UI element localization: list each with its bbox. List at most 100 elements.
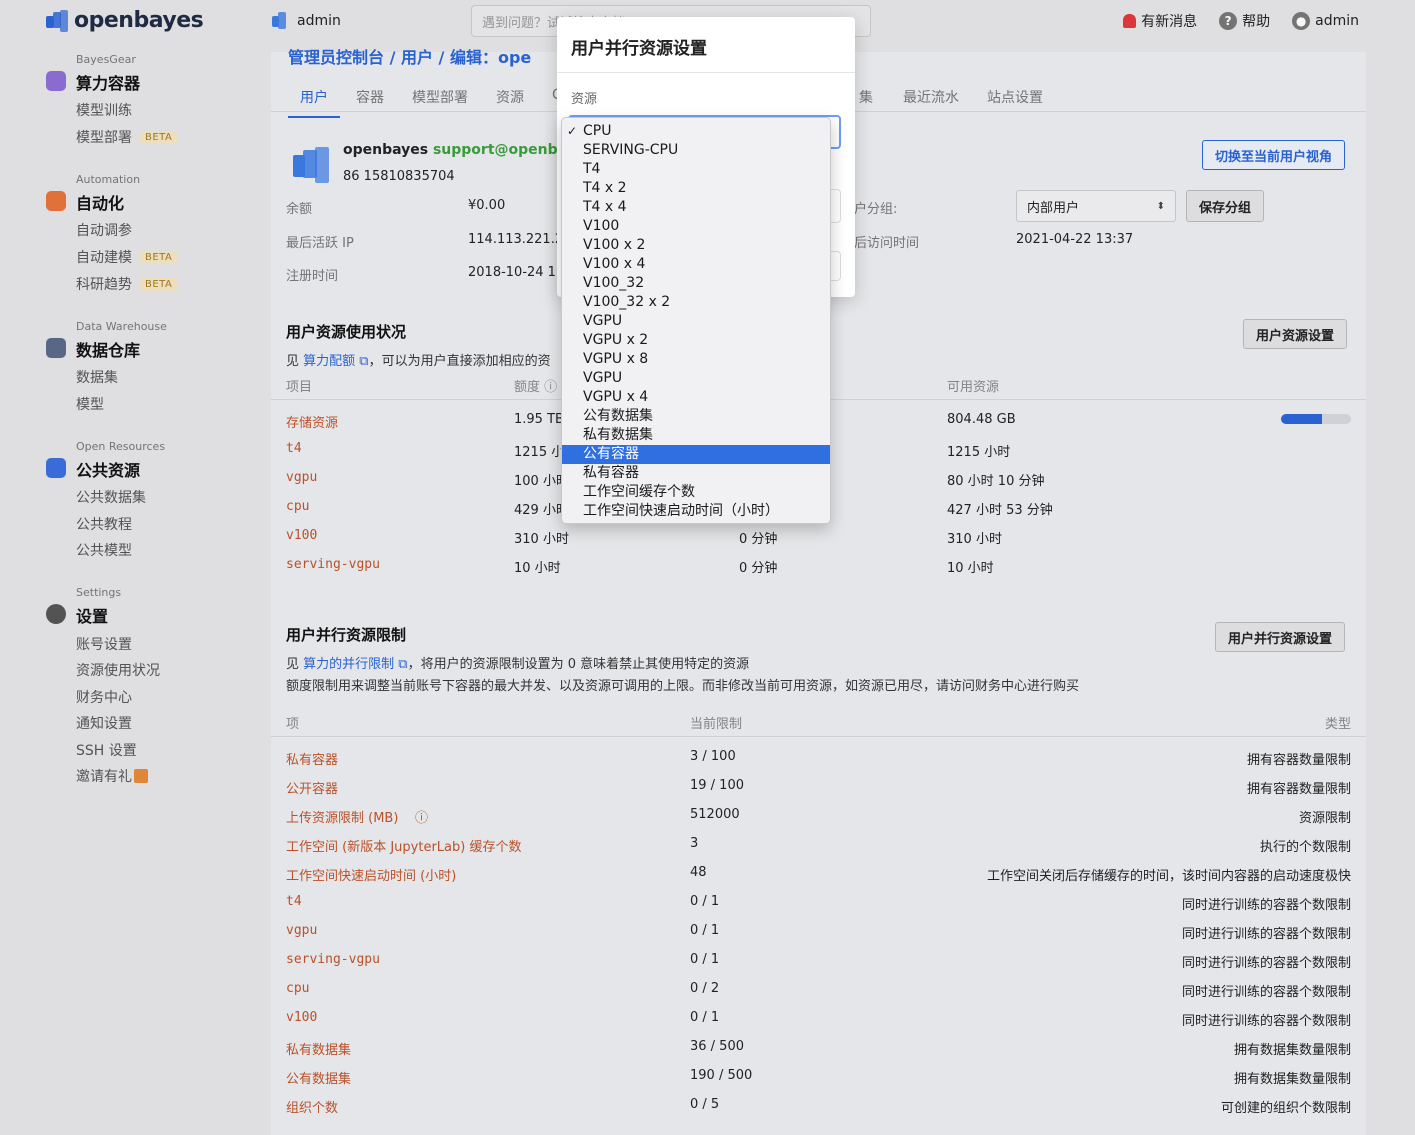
limit-row-name[interactable]: 公有数据集 — [286, 1068, 351, 1087]
dropdown-option[interactable]: V100_32 x 2 — [562, 293, 830, 312]
tab-resources[interactable]: 资源 — [496, 87, 524, 107]
dropdown-option[interactable]: 工作空间缓存个数 — [562, 483, 830, 502]
parallel-doc-link[interactable]: 算力的并行限制 — [303, 657, 394, 672]
limit-row-name[interactable]: vgpu — [286, 923, 317, 938]
limit-row-name[interactable]: t4 — [286, 894, 302, 909]
usage-row-name[interactable]: serving-vgpu — [286, 557, 380, 572]
dropdown-option[interactable]: T4 — [562, 160, 830, 179]
sidebar-item[interactable]: 数据集 — [76, 367, 118, 387]
limit-row-name[interactable]: cpu — [286, 981, 309, 996]
storage-progress-bar — [1281, 414, 1351, 424]
sidebar-item[interactable]: 自动建模 BETA — [76, 247, 178, 267]
dropdown-option[interactable]: 公有数据集 — [562, 407, 830, 426]
brand-logo[interactable]: openbayes — [46, 8, 204, 33]
sidebar-item-label: 公共模型 — [76, 543, 132, 559]
sidebar-item[interactable]: 模型 — [76, 394, 104, 414]
dropdown-option[interactable]: V100 — [562, 217, 830, 236]
limit-row-name[interactable]: v100 — [286, 1010, 317, 1025]
usage-row-name[interactable]: t4 — [286, 441, 302, 456]
user-menu[interactable]: ● admin — [1292, 12, 1359, 30]
sidebar-item[interactable]: 账号设置 — [76, 634, 132, 654]
save-group-button[interactable]: 保存分组 — [1186, 190, 1265, 222]
help-link[interactable]: ? 帮助 — [1219, 11, 1270, 31]
sidebar-section-sub: Data Warehouse — [76, 320, 167, 333]
sidebar-item[interactable]: 财务中心 — [76, 687, 132, 707]
dropdown-option[interactable]: VGPU x 4 — [562, 388, 830, 407]
limit-row-name[interactable]: 私有数据集 — [286, 1039, 351, 1058]
tab-datasets[interactable]: 集 — [859, 87, 873, 107]
usage-row-name[interactable]: vgpu — [286, 470, 317, 485]
sidebar-item[interactable]: 资源使用状况 — [76, 660, 160, 680]
dropdown-option[interactable]: V100_32 — [562, 274, 830, 293]
tab-users[interactable]: 用户 — [288, 87, 340, 118]
limit-row-type: 同时进行训练的容器个数限制 — [1181, 898, 1351, 913]
dropdown-option[interactable]: V100 x 4 — [562, 255, 830, 274]
user-name: openbayes — [343, 142, 429, 158]
limits-header-current: 当前限制 — [690, 717, 743, 732]
limit-row-name[interactable]: 私有容器 — [286, 749, 338, 768]
sidebar-item[interactable]: 邀请有礼 — [76, 766, 148, 786]
limit-row-name[interactable]: 上传资源限制 (MB) — [286, 807, 398, 826]
sidebar-item[interactable]: 通知设置 — [76, 713, 132, 733]
dropdown-option[interactable]: SERVING-CPU — [562, 141, 830, 160]
dropdown-option[interactable]: VGPU — [562, 369, 830, 388]
tab-deployments[interactable]: 模型部署 — [412, 87, 468, 107]
workspace-switcher[interactable]: admin — [272, 12, 341, 29]
sidebar-section-title[interactable]: 设置 — [76, 603, 108, 627]
sidebar-item[interactable]: 自动调参 — [76, 220, 132, 240]
breadcrumb[interactable]: 管理员控制台 / 用户 / 编辑：ope — [288, 44, 531, 68]
tab-transactions[interactable]: 最近流水 — [903, 87, 959, 107]
balance-value: ¥0.00 — [468, 198, 506, 213]
sidebar-section-title[interactable]: 自动化 — [76, 190, 124, 214]
limit-row-name[interactable]: 公开容器 — [286, 778, 338, 797]
dropdown-option[interactable]: 私有容器 — [562, 464, 830, 483]
limit-row-name[interactable]: 工作空间 (新版本 JupyterLab) 缓存个数 — [286, 836, 521, 855]
sidebar-item-label: 公共数据集 — [76, 490, 146, 506]
usage-row-name[interactable]: v100 — [286, 528, 317, 543]
limit-row-name[interactable]: 组织个数 — [286, 1097, 338, 1116]
dropdown-option[interactable]: 私有数据集 — [562, 426, 830, 445]
usage-row-avail: 310 小时 — [947, 532, 1002, 547]
info-icon[interactable]: ⓘ — [415, 807, 428, 826]
sidebar-section-title[interactable]: 算力容器 — [76, 70, 140, 94]
dropdown-option[interactable]: 公有容器 — [562, 445, 830, 464]
sidebar-item[interactable]: 模型训练 — [76, 100, 132, 120]
sidebar-item[interactable]: 模型部署 BETA — [76, 127, 178, 147]
limit-row-name[interactable]: serving-vgpu — [286, 952, 380, 967]
dropdown-option[interactable]: 工作空间快速启动时间（小时） — [562, 502, 830, 521]
tab-containers[interactable]: 容器 — [356, 87, 384, 107]
help-label: 帮助 — [1242, 14, 1271, 30]
sidebar-item[interactable]: 科研趋势 BETA — [76, 274, 178, 294]
dropdown-option[interactable]: VGPU x 2 — [562, 331, 830, 350]
usage-row-name[interactable]: cpu — [286, 499, 309, 514]
dropdown-option-label: T4 — [583, 161, 601, 177]
dropdown-option[interactable]: V100 x 2 — [562, 236, 830, 255]
switch-user-view-button[interactable]: 切换至当前用户视角 — [1202, 140, 1346, 170]
sidebar-section-title[interactable]: 数据仓库 — [76, 337, 140, 361]
automation-section-icon — [46, 191, 66, 211]
dropdown-option[interactable]: ✓ CPU — [562, 122, 830, 141]
sidebar-item[interactable]: 公共教程 — [76, 514, 132, 534]
usage-row-name[interactable]: 存储资源 — [286, 412, 338, 431]
limit-row-name[interactable]: 工作空间快速启动时间 (小时) — [286, 865, 456, 884]
doc-link-icon: ⧉ — [394, 657, 408, 672]
dropdown-option[interactable]: VGPU — [562, 312, 830, 331]
limit-row-value: 0 / 1 — [690, 894, 720, 909]
storage-progress-fill — [1281, 414, 1322, 424]
messages-link[interactable]: 有新消息 — [1123, 11, 1197, 31]
user-resource-settings-button[interactable]: 用户资源设置 — [1243, 319, 1348, 349]
user-group-select[interactable]: 内部用户 ⬍ — [1016, 190, 1176, 222]
sidebar-item[interactable]: 公共数据集 — [76, 487, 146, 507]
sidebar-item[interactable]: 公共模型 — [76, 540, 132, 560]
sidebar-section-title[interactable]: 公共资源 — [76, 457, 140, 481]
public-resources-icon — [46, 458, 66, 478]
dropdown-option[interactable]: T4 x 4 — [562, 198, 830, 217]
dropdown-option[interactable]: T4 x 2 — [562, 179, 830, 198]
sidebar-item[interactable]: SSH 设置 — [76, 740, 137, 760]
user-parallel-settings-button[interactable]: 用户并行资源设置 — [1215, 622, 1346, 652]
tab-site-settings[interactable]: 站点设置 — [987, 87, 1043, 107]
sidebar-item-label: 科研趋势 — [76, 277, 132, 293]
quota-doc-link[interactable]: 算力配额 — [303, 354, 355, 369]
usage-row-avail: 1215 小时 — [947, 445, 1011, 460]
dropdown-option[interactable]: VGPU x 8 — [562, 350, 830, 369]
